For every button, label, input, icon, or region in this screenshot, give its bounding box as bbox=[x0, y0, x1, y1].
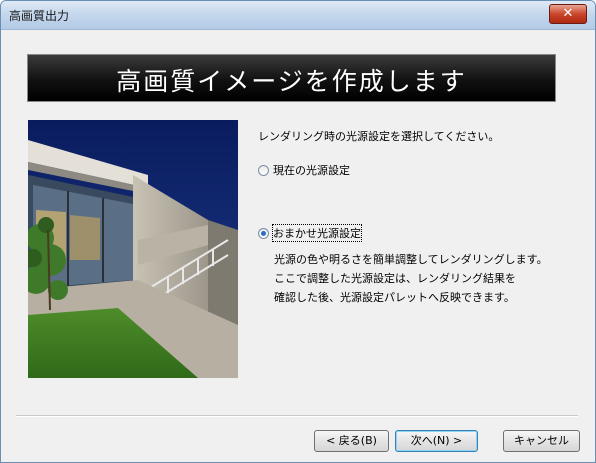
instruction-text: レンダリング時の光源設定を選択してください。 bbox=[258, 130, 500, 143]
option-current-light-label[interactable]: 現在の光源設定 bbox=[273, 162, 350, 178]
separator bbox=[16, 415, 578, 417]
close-button[interactable]: ✕ bbox=[549, 4, 587, 24]
radio-auto-light[interactable] bbox=[258, 227, 269, 239]
description-line-1: 光源の色や明るさを簡単調整してレンダリングします。 bbox=[274, 253, 548, 266]
house-rendering bbox=[28, 120, 238, 378]
option-auto-light-label[interactable]: おまかせ光源設定 bbox=[272, 224, 362, 242]
header-banner: 高画質イメージを作成します bbox=[27, 54, 556, 102]
next-button[interactable]: 次へ(N) > bbox=[395, 430, 478, 452]
radio-current-light[interactable] bbox=[258, 164, 269, 176]
back-button[interactable]: < 戻る(B) bbox=[314, 430, 389, 452]
window-title: 高画質出力 bbox=[9, 9, 70, 23]
title-bar[interactable]: 高画質出力 ✕ bbox=[1, 1, 595, 30]
option-auto-light[interactable]: おまかせ光源設定 bbox=[258, 224, 362, 242]
description-line-2: ここで調整した光源設定は、レンダリング結果を bbox=[274, 272, 516, 285]
dialog-window: 高画質出力 ✕ 高画質イメージを作成します レンダリング時の光源設定を選択してく… bbox=[0, 0, 596, 463]
preview-image bbox=[28, 120, 238, 378]
cancel-button[interactable]: キャンセル bbox=[503, 430, 580, 452]
banner-title: 高画質イメージを作成します bbox=[116, 67, 467, 96]
option-current-light[interactable]: 現在の光源設定 bbox=[258, 162, 350, 178]
description-line-3: 確認した後、光源設定パレットへ反映できます。 bbox=[274, 291, 515, 304]
